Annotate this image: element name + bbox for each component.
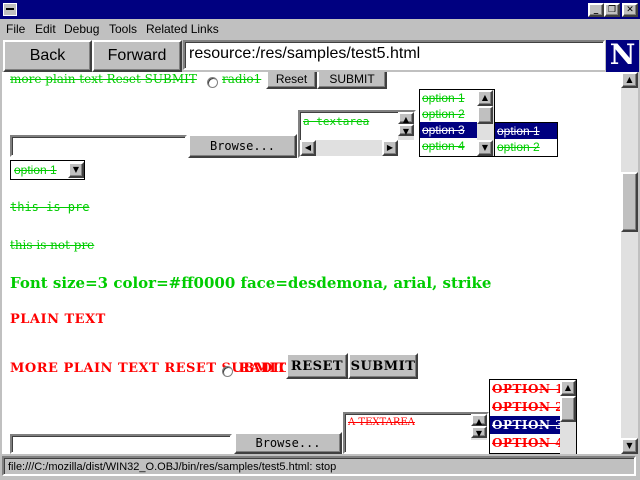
scroll-up-icon[interactable]: ▲: [398, 112, 414, 124]
green-font-text: Font size=3 color=#ff0000 face=desdemona…: [10, 274, 492, 292]
green-browse-button[interactable]: Browse...: [188, 134, 297, 158]
green-textarea-hscroll[interactable]: ◀ ▶: [300, 140, 398, 156]
green-textarea-vscroll[interactable]: ▲ ▼: [398, 112, 414, 140]
scroll-thumb[interactable]: [560, 396, 576, 422]
menu-related-links[interactable]: Related Links: [146, 22, 219, 36]
green-file-input[interactable]: [10, 135, 187, 157]
green-radio[interactable]: [207, 77, 218, 88]
green-textarea[interactable]: a textarea ▲ ▼ ◀ ▶: [298, 110, 416, 158]
scroll-thumb[interactable]: [621, 172, 638, 232]
scroll-up-icon[interactable]: ▲: [621, 72, 638, 88]
menu-file[interactable]: File: [6, 22, 25, 36]
red-submit-button[interactable]: SUBMIT: [348, 353, 418, 379]
menu-bar: File Edit Debug Tools Related Links: [0, 19, 640, 38]
scroll-down-icon[interactable]: ▼: [471, 426, 487, 438]
red-reset-button[interactable]: RESET: [286, 353, 348, 379]
status-bar: file:///C:/mozilla/dist/WIN32_O.OBJ/bin/…: [2, 456, 636, 476]
back-button[interactable]: Back: [3, 40, 92, 72]
green-radio-label: radio1: [222, 72, 262, 86]
red-radio[interactable]: [222, 366, 233, 377]
minimize-button[interactable]: _: [588, 3, 604, 17]
green-not-pre-text: this is not pre: [10, 238, 95, 252]
scroll-right-icon[interactable]: ▶: [382, 140, 398, 156]
green-pre-text: this is pre: [10, 200, 90, 214]
green-textarea-text: a textarea: [303, 115, 370, 128]
list-item[interactable]: option 1: [495, 123, 557, 139]
chevron-down-icon[interactable]: ▼: [68, 162, 84, 178]
system-menu-icon[interactable]: [3, 3, 17, 16]
red-browse-button[interactable]: Browse...: [234, 432, 342, 454]
scroll-up-icon[interactable]: ▲: [471, 414, 487, 426]
forward-button[interactable]: Forward: [92, 40, 182, 72]
red-textarea[interactable]: A TEXTAREA ▲ ▼: [343, 412, 489, 454]
red-listbox-vscroll[interactable]: ▲: [560, 380, 576, 454]
page-vscroll[interactable]: ▲ ▼: [621, 72, 638, 454]
green-listbox-2[interactable]: option 1 option 2: [494, 122, 558, 157]
red-textarea-vscroll[interactable]: ▲ ▼: [471, 414, 487, 440]
scroll-down-icon[interactable]: ▼: [398, 124, 414, 136]
scroll-up-icon[interactable]: ▲: [477, 90, 493, 106]
menu-debug[interactable]: Debug: [64, 22, 99, 36]
scroll-left-icon[interactable]: ◀: [300, 140, 316, 156]
scroll-thumb[interactable]: [477, 106, 493, 124]
page-content: more plain text Reset SUBMIT radio1 Rese…: [2, 72, 621, 454]
title-bar: _ ❐ ✕: [0, 0, 640, 19]
close-button[interactable]: ✕: [622, 3, 638, 17]
green-listbox-vscroll[interactable]: ▲ ▼: [477, 90, 494, 156]
scroll-up-icon[interactable]: ▲: [560, 380, 576, 396]
scroll-down-icon[interactable]: ▼: [621, 438, 638, 454]
url-input[interactable]: resource:/res/samples/test5.html: [183, 40, 605, 70]
red-textarea-text: A TEXTAREA: [348, 417, 415, 428]
list-item[interactable]: option 2: [495, 139, 557, 155]
menu-edit[interactable]: Edit: [35, 22, 56, 36]
green-select-value: option 1: [14, 163, 57, 177]
red-plain-text: PLAIN TEXT: [10, 312, 106, 327]
scroll-down-icon[interactable]: ▼: [477, 140, 493, 156]
green-select[interactable]: option 1 ▼: [10, 160, 85, 180]
green-submit-button[interactable]: SUBMIT: [317, 72, 387, 89]
green-reset-button[interactable]: Reset: [266, 72, 317, 89]
netscape-logo-icon: N: [606, 40, 639, 72]
menu-tools[interactable]: Tools: [109, 22, 137, 36]
green-plain-text: more plain text Reset SUBMIT: [10, 72, 197, 86]
red-file-input[interactable]: [10, 434, 232, 454]
restore-button[interactable]: ❐: [604, 3, 620, 17]
